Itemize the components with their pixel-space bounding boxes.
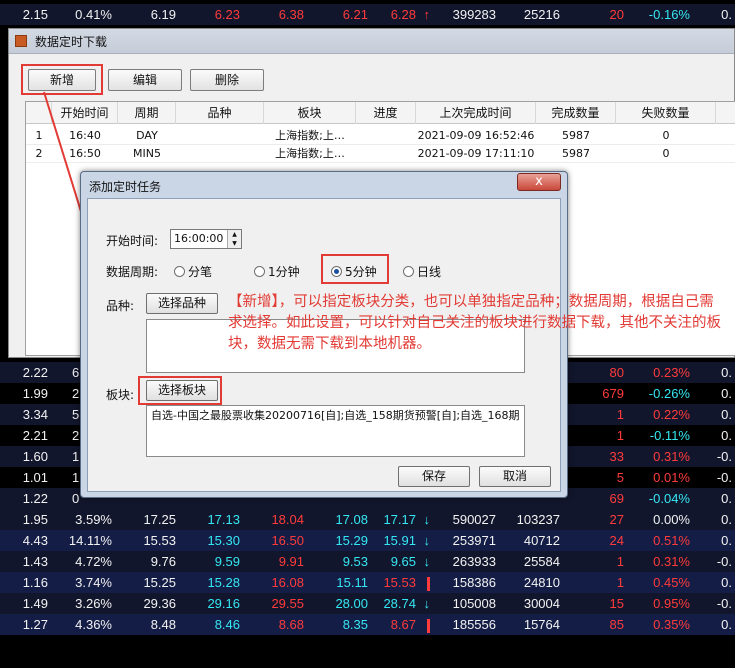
cancel-button[interactable]: 取消 <box>479 466 551 487</box>
radio-label: 日线 <box>417 265 442 279</box>
radio-label: 分笔 <box>188 265 213 279</box>
radio-icon <box>254 266 265 277</box>
start-time-label: 开始时间: <box>106 234 159 248</box>
spinner-arrows-icon[interactable]: ▲ ▼ <box>227 230 241 248</box>
start-time-input[interactable]: 16:00:00 ▲ ▼ <box>170 229 242 249</box>
symbol-label: 品种: <box>106 299 135 313</box>
dialog-title: 添加定时任务 <box>89 180 162 194</box>
close-icon[interactable]: x <box>517 173 561 191</box>
period-radio-1min[interactable]: 1分钟 <box>254 263 300 280</box>
highlight-box <box>138 376 222 405</box>
sector-label: 板块: <box>106 388 135 402</box>
sector-list[interactable]: 自选-中国之最股票收集20200716[自];自选_158期货预警[自];自选_… <box>146 405 525 457</box>
radio-icon <box>403 266 414 277</box>
select-symbol-button[interactable]: 选择品种 <box>146 293 218 314</box>
radio-icon <box>174 266 185 277</box>
period-radio-tick[interactable]: 分笔 <box>174 263 212 280</box>
period-radio-day[interactable]: 日线 <box>403 263 441 280</box>
highlight-box <box>321 254 389 284</box>
annotation-note: 【新增】，可以指定板块分类，也可以单独指定品种；数据周期，根据自己需求选择。如此… <box>228 294 721 352</box>
radio-label: 1分钟 <box>268 265 300 279</box>
start-time-value: 16:00:00 <box>174 232 224 245</box>
save-button[interactable]: 保存 <box>398 466 470 487</box>
period-label: 数据周期: <box>106 265 159 279</box>
